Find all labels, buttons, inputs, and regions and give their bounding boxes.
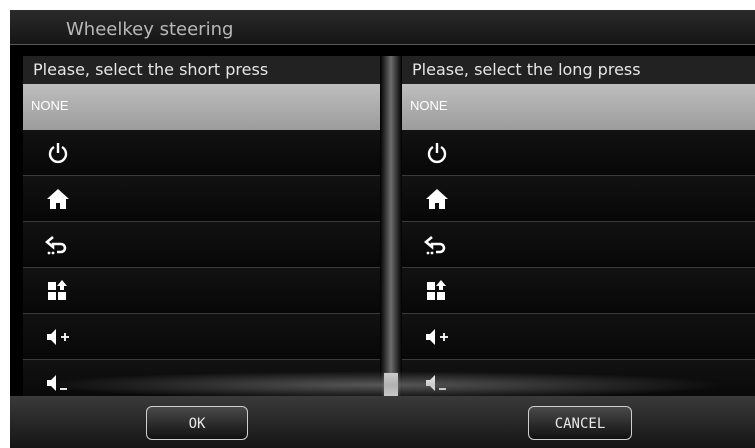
long-press-option-home[interactable] (402, 176, 755, 222)
volume-down-icon (424, 371, 450, 395)
back-icon (44, 233, 71, 257)
wheelkey-screen: Wheelkey steering Please, select the sho… (10, 10, 755, 448)
long-press-panel: Please, select the long press NONE (402, 56, 755, 396)
page-title: Wheelkey steering (66, 19, 234, 40)
power-icon (45, 141, 71, 165)
apps-icon (45, 279, 71, 303)
long-press-option-volume-down[interactable] (402, 360, 755, 396)
home-icon (45, 187, 71, 211)
volume-up-icon (424, 325, 450, 349)
option-label: NONE (410, 98, 448, 113)
short-press-option-apps[interactable] (23, 268, 380, 314)
cancel-button[interactable]: CANCEL (528, 406, 632, 440)
short-press-option-home[interactable] (23, 176, 380, 222)
volume-down-icon (45, 371, 71, 395)
power-icon (424, 141, 450, 165)
bottom-bar: OK CANCEL (10, 396, 755, 448)
home-icon (424, 187, 450, 211)
short-press-panel: Please, select the short press NONE (23, 56, 380, 396)
apps-icon (424, 279, 450, 303)
ok-button[interactable]: OK (146, 406, 248, 440)
long-press-option-none[interactable]: NONE (402, 84, 755, 130)
title-bar: Wheelkey steering (10, 10, 755, 45)
short-press-option-volume-down[interactable] (23, 360, 380, 396)
short-press-option-power[interactable] (23, 130, 380, 176)
scrollbar-thumb[interactable] (384, 373, 398, 397)
short-press-option-back[interactable] (23, 222, 380, 268)
long-press-option-apps[interactable] (402, 268, 755, 314)
short-press-option-none[interactable]: NONE (23, 84, 380, 130)
short-press-option-volume-up[interactable] (23, 314, 380, 360)
long-press-option-back[interactable] (402, 222, 755, 268)
back-icon (423, 233, 450, 257)
short-press-header: Please, select the short press (23, 56, 380, 84)
volume-up-icon (45, 325, 71, 349)
long-press-option-volume-up[interactable] (402, 314, 755, 360)
option-label: NONE (31, 98, 69, 113)
long-press-header: Please, select the long press (402, 56, 755, 84)
long-press-option-power[interactable] (402, 130, 755, 176)
